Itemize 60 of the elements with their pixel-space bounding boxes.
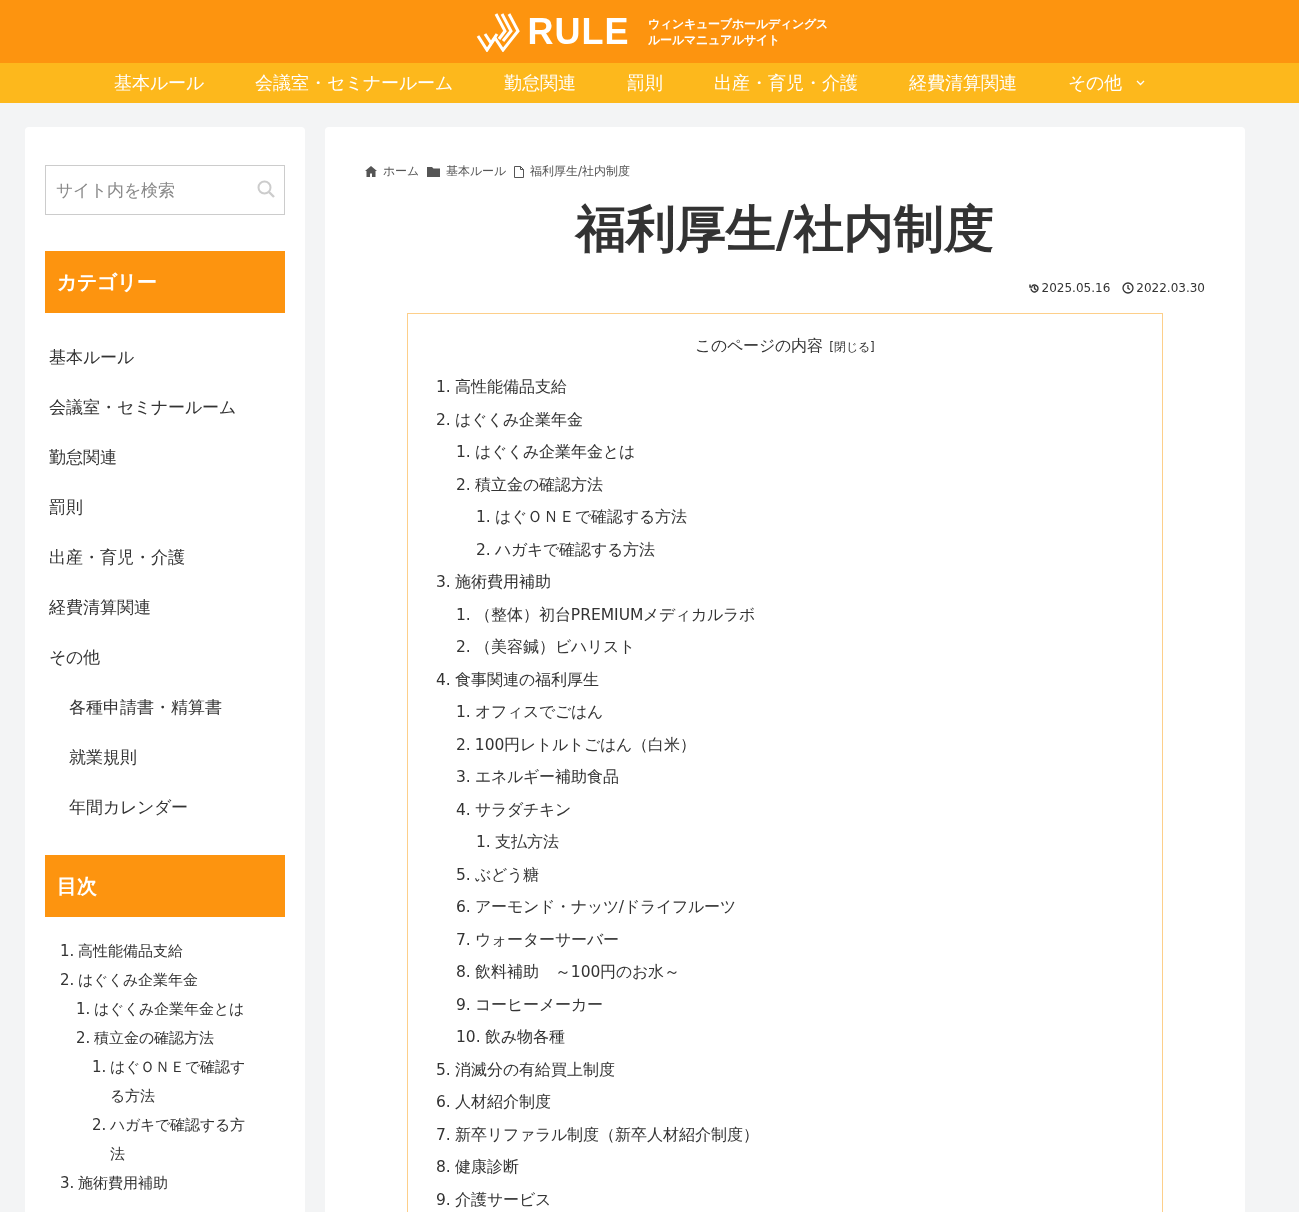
document-icon: [514, 165, 524, 178]
breadcrumb-link[interactable]: 基本ルール: [446, 163, 506, 180]
toc-link[interactable]: 2. 100円レトルトごはん（白米）: [456, 728, 1134, 761]
toc-link[interactable]: 7. ウォーターサーバー: [456, 923, 1134, 956]
toc-link[interactable]: 4. サラダチキン: [456, 793, 1134, 826]
category-link[interactable]: 基本ルール: [45, 333, 285, 383]
home-icon: [365, 166, 377, 177]
category-link[interactable]: 年間カレンダー: [45, 783, 285, 833]
toc-link[interactable]: 1. オフィスでごはん: [456, 696, 1134, 729]
toc-link[interactable]: 2. はぐくみ企業年金: [436, 403, 1134, 436]
toc-link[interactable]: 1. 高性能備品支給: [436, 371, 1134, 404]
toc-link[interactable]: 9. 介護サービス: [436, 1183, 1134, 1212]
folder-icon: [427, 166, 440, 177]
category-link[interactable]: 就業規則: [45, 733, 285, 783]
category-link[interactable]: 経費清算関連: [45, 583, 285, 633]
category-heading: カテゴリー: [45, 251, 285, 313]
toc-link[interactable]: 6. 人材紹介制度: [436, 1086, 1134, 1119]
toc-link[interactable]: 7. 新卒リファラル制度（新卒人材紹介制度）: [436, 1118, 1134, 1151]
category-link[interactable]: その他: [45, 633, 285, 683]
toc-link[interactable]: 6. アーモンド・ナッツ/ドライフルーツ: [456, 891, 1134, 924]
toc-link[interactable]: 1. はぐくみ企業年金とは: [76, 995, 261, 1024]
toc-link[interactable]: 1. はぐＯＮＥで確認する方法: [476, 501, 1134, 534]
toc-link[interactable]: 1. 高性能備品支給: [60, 937, 273, 966]
toc-link[interactable]: 2. はぐくみ企業年金: [60, 966, 273, 995]
search-field[interactable]: サイト内を検索: [45, 165, 285, 215]
category-link[interactable]: 罰則: [45, 483, 285, 533]
breadcrumb-link[interactable]: ホーム: [383, 163, 419, 180]
toc-link[interactable]: 10. 飲み物各種: [456, 1021, 1134, 1054]
toc-link[interactable]: 1. はぐＯＮＥで確認する方法: [92, 1053, 249, 1111]
toc-link[interactable]: 3. エネルギー補助食品: [456, 761, 1134, 794]
toc-link[interactable]: 2. 積立金の確認方法: [456, 468, 1134, 501]
history-icon: [1028, 282, 1040, 294]
toc-link[interactable]: 8. 飲料補助 ～100円のお水～: [456, 956, 1134, 989]
updated-date: 2025.05.16: [1028, 281, 1111, 295]
toc-link[interactable]: 1. はぐくみ企業年金とは: [456, 436, 1134, 469]
toc-link[interactable]: 9. コーヒーメーカー: [456, 988, 1134, 1021]
search-icon: [257, 180, 275, 198]
category-link[interactable]: 勤怠関連: [45, 433, 285, 483]
category-link[interactable]: 出産・育児・介護: [45, 533, 285, 583]
toc-toggle-link[interactable]: [閉じる]: [829, 340, 875, 354]
toc-link[interactable]: 2. （美容鍼）ビハリスト: [456, 631, 1134, 664]
toc-title: このページの内容: [695, 336, 824, 355]
toc-link[interactable]: 3. 施術費用補助: [436, 566, 1134, 599]
site-tagline: ウィンキューブホールディングス ルールマニュアルサイト: [647, 15, 828, 48]
toc-link[interactable]: 3. 施術費用補助: [60, 1169, 273, 1198]
toc-link[interactable]: 2. 積立金の確認方法: [76, 1024, 261, 1053]
page-title: 福利厚生/社内制度: [573, 199, 996, 260]
toc-link[interactable]: 2. ハガキで確認する方法: [476, 533, 1134, 566]
category-link[interactable]: 各種申請書・精算書: [45, 683, 285, 733]
category-link[interactable]: 会議室・セミナールーム: [45, 383, 285, 433]
toc-link[interactable]: 2. ハガキで確認する方法: [92, 1111, 249, 1169]
clock-icon: [1122, 282, 1135, 294]
published-date: 2022.03.30: [1122, 281, 1205, 295]
toc-heading: 目次: [45, 855, 285, 917]
toc-link[interactable]: 1. （整体）初台PREMIUMメディカルラボ: [456, 598, 1134, 631]
toc-link[interactable]: 1. 支払方法: [476, 826, 1134, 859]
toc-link[interactable]: 8. 健康診断: [436, 1151, 1134, 1184]
toc-link[interactable]: 4. 食事関連の福利厚生: [436, 663, 1134, 696]
toc-link[interactable]: 5. ぶどう糖: [456, 858, 1134, 891]
toc-link[interactable]: 5. 消滅分の有給買上制度: [436, 1053, 1134, 1086]
